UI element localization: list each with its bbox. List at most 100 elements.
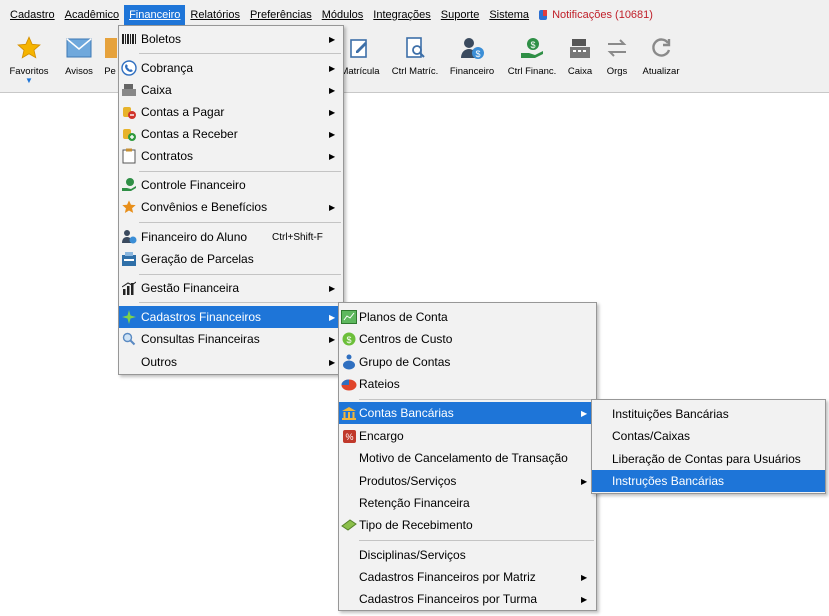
ctrl-matric-label: Ctrl Matríc. xyxy=(391,66,439,77)
menu-item-controle-financeiro[interactable]: Controle Financeiro xyxy=(119,174,343,196)
menu-item-label: Cadastros Financeiros xyxy=(141,310,262,324)
percent-icon: % xyxy=(341,428,357,444)
menu-item-label: Tipo de Recebimento xyxy=(359,518,473,532)
atualizar-button[interactable]: Atualizar xyxy=(640,33,682,89)
svg-text:$: $ xyxy=(346,335,351,345)
swap-arrows-icon xyxy=(607,39,627,57)
menu-item-liberacao-contas[interactable]: Liberação de Contas para Usuários xyxy=(592,448,825,470)
menu-item-produtos-servicos[interactable]: Produtos/Serviços ▶ xyxy=(339,470,596,492)
menu-item-contas-caixas[interactable]: Contas/Caixas xyxy=(592,425,825,447)
menu-item-boletos[interactable]: Boletos ▶ xyxy=(119,28,343,50)
menubar-integracoes[interactable]: Integrações xyxy=(368,5,435,25)
svg-text:$: $ xyxy=(530,40,535,50)
menubar-cadastro[interactable]: Cadastro xyxy=(5,5,60,25)
menu-item-cadastros-por-matriz[interactable]: Cadastros Financeiros por Matriz ▶ xyxy=(339,566,596,588)
chevron-right-icon: ▶ xyxy=(581,476,588,486)
edit-form-icon xyxy=(350,39,367,58)
menu-item-rateios[interactable]: Rateios xyxy=(339,373,596,395)
menu-item-centros-custo[interactable]: $ Centros de Custo xyxy=(339,328,596,350)
menu-item-label: Contas/Caixas xyxy=(612,429,691,443)
menu-item-cadastros-financeiros[interactable]: Cadastros Financeiros ▶ xyxy=(119,306,343,328)
notifications-menu[interactable]: Notificações (10681) xyxy=(534,5,657,25)
menu-item-instrucoes-bancarias[interactable]: Instruções Bancárias xyxy=(592,470,825,492)
bar-chart-icon xyxy=(121,280,137,296)
user-money-icon: $ xyxy=(461,38,484,59)
menu-item-encargo[interactable]: % Encargo xyxy=(339,425,596,447)
star-icon xyxy=(121,199,137,215)
menu-item-outros[interactable]: Outros ▶ xyxy=(119,351,343,373)
menu-item-label: Contas a Receber xyxy=(141,127,238,141)
menubar-suporte[interactable]: Suporte xyxy=(436,5,485,25)
atualizar-label: Atualizar xyxy=(642,66,680,77)
menu-item-label: Rateios xyxy=(359,377,400,391)
menubar-preferencias[interactable]: Preferências xyxy=(245,5,317,25)
menu-item-label: Motivo de Cancelamento de Transação xyxy=(359,451,568,465)
bank-icon xyxy=(341,405,357,421)
matricula-button[interactable]: Matrícula xyxy=(340,33,380,89)
menu-item-tipo-recebimento[interactable]: Tipo de Recebimento xyxy=(339,514,596,536)
menubar-relatorios[interactable]: Relatórios xyxy=(185,5,245,25)
menubar-financeiro[interactable]: Financeiro xyxy=(124,4,186,25)
avisos-label: Avisos xyxy=(65,66,93,77)
menu-separator xyxy=(139,302,341,303)
shortcut-label: Ctrl+Shift-F xyxy=(272,231,323,243)
menu-item-convenios[interactable]: Convênios e Benefícios ▶ xyxy=(119,196,343,218)
menu-item-financeiro-aluno[interactable]: Financeiro do Aluno Ctrl+Shift-F xyxy=(119,226,343,248)
menu-item-contratos[interactable]: Contratos ▶ xyxy=(119,145,343,167)
menu-item-consultas-financeiras[interactable]: Consultas Financeiras ▶ xyxy=(119,328,343,350)
chevron-right-icon: ▶ xyxy=(329,63,336,73)
menu-item-gestao-financeira[interactable]: Gestão Financeira ▶ xyxy=(119,277,343,299)
menu-item-label: Grupo de Contas xyxy=(359,355,451,369)
envelope-icon xyxy=(66,38,92,58)
chevron-right-icon: ▶ xyxy=(581,408,588,418)
menu-item-contas-bancarias[interactable]: Contas Bancárias ▶ xyxy=(339,402,596,424)
caixa-label: Caixa xyxy=(567,66,593,77)
chevron-right-icon: ▶ xyxy=(329,85,336,95)
menu-item-contas-pagar[interactable]: Contas a Pagar ▶ xyxy=(119,101,343,123)
menubar-modulos[interactable]: Módulos xyxy=(317,5,369,25)
chevron-right-icon: ▶ xyxy=(329,129,336,139)
menu-item-label: Contratos xyxy=(141,149,194,163)
menu-item-disciplinas-servicos[interactable]: Disciplinas/Serviços xyxy=(339,544,596,566)
notifications-label: Notificações (10681) xyxy=(552,8,653,21)
menu-item-label: Cadastros Financeiros por Matriz xyxy=(359,570,536,584)
money-hand-icon: $ xyxy=(521,38,543,58)
cash-register-icon xyxy=(121,82,137,98)
matricula-label: Matrícula xyxy=(340,66,380,77)
orgs-button[interactable]: Orgs xyxy=(603,33,631,89)
menu-item-label: Produtos/Serviços xyxy=(359,474,457,488)
menu-item-label: Convênios e Benefícios xyxy=(141,200,268,214)
pe-label: Pe xyxy=(104,66,116,77)
menu-separator xyxy=(359,399,594,400)
orgs-label: Orgs xyxy=(606,66,628,77)
menu-item-contas-receber[interactable]: Contas a Receber ▶ xyxy=(119,123,343,145)
coins-minus-icon xyxy=(121,104,137,120)
menu-item-caixa[interactable]: Caixa ▶ xyxy=(119,79,343,101)
pe-button[interactable]: Pe xyxy=(100,33,120,89)
menu-item-instituicoes-bancarias[interactable]: Instituições Bancárias xyxy=(592,403,825,425)
menu-item-motivo-cancelamento[interactable]: Motivo de Cancelamento de Transação xyxy=(339,447,596,469)
ctrl-financ-button[interactable]: $ Ctrl Financ. xyxy=(505,33,559,89)
menu-item-cobranca[interactable]: Cobrança ▶ xyxy=(119,57,343,79)
chevron-right-icon: ▶ xyxy=(329,334,336,344)
favoritos-button[interactable]: Favoritos ▼ xyxy=(8,33,50,89)
menu-item-label: Cadastros Financeiros por Turma xyxy=(359,592,538,606)
document-icon xyxy=(105,38,117,58)
ctrl-matric-button[interactable]: Ctrl Matríc. xyxy=(388,33,442,89)
financeiro-button[interactable]: $ Financeiro xyxy=(448,33,496,89)
menu-item-grupo-contas[interactable]: Grupo de Contas xyxy=(339,351,596,373)
menubar-sistema[interactable]: Sistema xyxy=(484,5,534,25)
menubar-academico[interactable]: Acadêmico xyxy=(60,5,124,25)
menu-item-planos-conta[interactable]: Planos de Conta xyxy=(339,306,596,328)
menu-item-label: Disciplinas/Serviços xyxy=(359,548,466,562)
menu-item-label: Planos de Conta xyxy=(359,310,448,324)
caixa-button[interactable]: Caixa xyxy=(565,33,595,89)
menu-item-retencao-financeira[interactable]: Retenção Financeira xyxy=(339,492,596,514)
banknote-icon xyxy=(341,517,357,533)
menu-item-cadastros-por-turma[interactable]: Cadastros Financeiros por Turma ▶ xyxy=(339,588,596,610)
menu-item-label: Cobrança xyxy=(141,61,194,75)
sparkle-icon xyxy=(121,309,137,325)
menu-item-geracao-parcelas[interactable]: Geração de Parcelas xyxy=(119,248,343,270)
magnifier-icon xyxy=(121,331,137,347)
avisos-button[interactable]: Avisos xyxy=(60,33,98,89)
